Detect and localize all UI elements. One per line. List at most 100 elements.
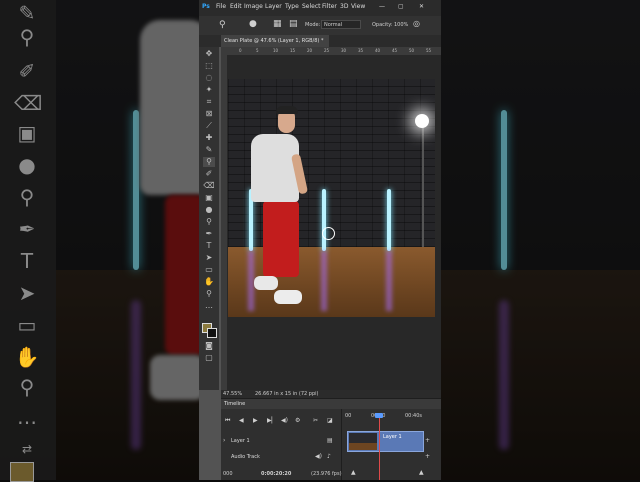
opacity-input[interactable]: 100% (394, 22, 408, 28)
history-brush-icon[interactable]: ✐ (203, 169, 215, 179)
maximize-icon[interactable]: ▢ (398, 3, 404, 10)
stamp-tool-icon[interactable]: ⚲ (219, 20, 226, 30)
ruler-mark: 20 (307, 48, 313, 53)
mode-select[interactable]: Normal (321, 20, 361, 29)
clip-label: Layer 1 (383, 434, 402, 440)
hand-tool-icon[interactable]: ✋ (203, 277, 215, 287)
menu-file[interactable]: File (216, 3, 226, 10)
ruler-mark: 35 (358, 48, 364, 53)
play-icon[interactable]: ▶ (253, 417, 258, 424)
path-select-icon[interactable]: ➤ (203, 253, 215, 263)
prev-frame-icon[interactable]: ◀ (239, 417, 244, 424)
marquee-tool-icon[interactable]: ⬚ (203, 61, 215, 71)
menu-layer[interactable]: Layer (265, 3, 282, 10)
minimize-icon[interactable]: — (379, 3, 385, 10)
dodge-tool-icon[interactable]: ⚲ (203, 217, 215, 227)
ruler-end: 00:40s (405, 413, 423, 419)
ruler-mark: 0 (239, 48, 242, 53)
playhead[interactable] (379, 415, 380, 480)
expand-track-icon[interactable]: › (223, 437, 225, 444)
type-icon: T (20, 249, 34, 273)
history-brush-icon: ✐ (18, 59, 36, 83)
ruler-mark: 50 (409, 48, 415, 53)
settings-icon[interactable]: ⚙ (295, 417, 300, 424)
dodge-icon: ⚲ (19, 185, 35, 209)
eraser-icon: ⌫ (14, 91, 43, 115)
close-icon[interactable]: ✕ (419, 3, 424, 10)
ruler-start: 00 (345, 413, 352, 419)
track-layer-1[interactable]: Layer 1 (231, 438, 250, 444)
ruler-mark: 15 (290, 48, 296, 53)
menu-filter[interactable]: Filter (322, 3, 337, 10)
zoom-tool-icon[interactable]: ⚲ (203, 289, 215, 299)
swap-colors-icon: ⇄ (21, 442, 33, 456)
menu-select[interactable]: Select (302, 3, 321, 10)
eyedropper-icon[interactable]: ⟋ (203, 121, 215, 131)
brush-preset-icon[interactable]: ● (249, 19, 257, 29)
ruler-mark: 10 (273, 48, 279, 53)
next-frame-icon[interactable]: ▶▏ (267, 417, 276, 424)
opacity-label: Opacity: (372, 22, 393, 28)
rectangle-tool-icon[interactable]: ▭ (203, 265, 215, 275)
background-toolbar: ✎ ⚲ ✐ ⌫ ▣ ● ⚲ ✒ T ➤ ▭ ✋ ⚲ … ⇄ (0, 0, 56, 482)
brush-panel-icon[interactable]: ▦ (273, 19, 282, 29)
move-tool-icon[interactable]: ✥ (203, 49, 215, 59)
clone-source-icon[interactable]: ▤ (289, 19, 298, 29)
menu-view[interactable]: View (351, 3, 365, 10)
menu-bar: Ps File Edit Image Layer Type Select Fil… (199, 0, 441, 16)
quick-select-icon[interactable]: ✦ (203, 85, 215, 95)
type-tool-icon[interactable]: T (203, 241, 215, 251)
menu-3d[interactable]: 3D (340, 3, 348, 10)
eraser-icon[interactable]: ⌫ (203, 181, 215, 191)
mode-label: Mode: (305, 22, 321, 28)
ruler-mark: 40 (375, 48, 381, 53)
zoom-out-icon[interactable]: ▲ (351, 469, 356, 476)
split-clip-icon[interactable]: ✂ (313, 417, 318, 424)
menu-edit[interactable]: Edit (230, 3, 242, 10)
ps-logo: Ps (202, 3, 210, 10)
more-icon: … (17, 405, 37, 429)
add-audio-icon[interactable]: + (425, 453, 430, 460)
audio-mute-icon[interactable]: ◀) (281, 417, 288, 424)
track-film-icon[interactable]: ▤ (327, 437, 333, 444)
zoom-in-icon[interactable]: ▲ (419, 469, 424, 476)
clip-thumbnail (349, 433, 377, 450)
pen-tool-icon[interactable]: ✒ (203, 229, 215, 239)
current-time: 0:00:20:20 (261, 471, 292, 477)
transition-icon[interactable]: ◪ (327, 417, 333, 424)
document-image[interactable] (228, 79, 435, 317)
ruler-mark: 25 (324, 48, 330, 53)
video-clip[interactable]: Layer 1 (347, 431, 424, 452)
clone-stamp-icon[interactable]: ⚲ (203, 157, 215, 167)
rectangle-icon: ▭ (17, 313, 37, 337)
brush-tool-icon[interactable]: ✎ (203, 145, 215, 155)
menu-image[interactable]: Image (244, 3, 263, 10)
playhead-handle[interactable] (375, 413, 383, 418)
screen-mode-icon[interactable]: ▢ (203, 353, 215, 363)
ruler-mark: 55 (426, 48, 432, 53)
audio-speaker-icon[interactable]: ◀) (315, 453, 322, 460)
healing-brush-icon[interactable]: ✚ (203, 133, 215, 143)
first-frame-icon[interactable]: ⏮ (225, 417, 230, 425)
document-tab[interactable]: Clean Plate @ 47.6% (Layer 1, RGB/8) * (221, 35, 329, 47)
background-color-swatch[interactable] (207, 328, 217, 338)
more-tools-icon[interactable]: … (203, 301, 215, 311)
add-media-icon[interactable]: + (425, 437, 430, 444)
options-bar: ⚲ ● ▦ ▤ Mode: Normal Opacity: 100% ◎ (199, 16, 441, 36)
blur-tool-icon: ✎ (18, 1, 36, 25)
audio-track[interactable]: Audio Track (231, 454, 260, 460)
timeline-title: Timeline (221, 399, 441, 409)
gradient-icon[interactable]: ▣ (203, 193, 215, 203)
menu-type[interactable]: Type (285, 3, 299, 10)
crop-tool-icon[interactable]: ⌗ (203, 97, 215, 107)
frame-counter: 000 (223, 471, 233, 477)
hand-icon: ✋ (14, 345, 40, 369)
pressure-opacity-icon[interactable]: ◎ (413, 19, 420, 28)
quick-mask-icon[interactable]: ◙ (203, 341, 215, 351)
timeline-panel: Timeline ⏮ ◀ ▶ ▶▏ ◀) ⚙ ✂ ◪ 00 00:20 00:4… (221, 398, 441, 480)
frame-tool-icon[interactable]: ⊠ (203, 109, 215, 119)
music-note-icon[interactable]: ♪ (327, 453, 331, 460)
zoom-level[interactable]: 47.55% (223, 391, 242, 397)
blur-tool-icon[interactable]: ● (203, 205, 215, 215)
lasso-tool-icon[interactable]: ◌ (203, 73, 215, 83)
